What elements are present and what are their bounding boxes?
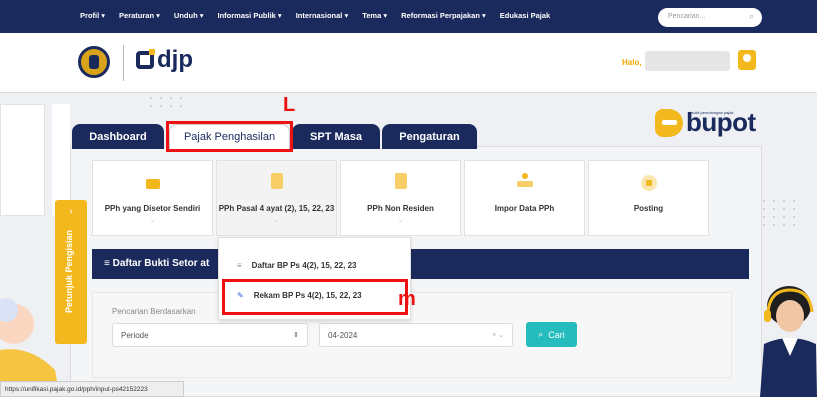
search-icon[interactable]: ⌕ [749, 11, 754, 22]
upload-icon [516, 173, 533, 189]
card-label: PPh yang Disetor Sendiri [104, 204, 201, 213]
period-select[interactable]: 04-2024 × ⌄ [319, 323, 513, 347]
ebupot-logo: bukti pemotongan pajak bupot [655, 107, 756, 138]
card-posting[interactable]: Posting [588, 160, 709, 236]
card-pph-pasal-4[interactable]: PPh Pasal 4 ayat (2), 15, 22, 23 ⌄ [216, 160, 337, 236]
top-navbar: Profil ▾ Peraturan ▾ Unduh ▾ Informasi P… [0, 0, 817, 33]
tab-highlight-box [166, 121, 293, 152]
select-caret-icon: ⇕ [293, 332, 299, 339]
section-header-bar: ≡ Daftar Bukti Setor at [92, 249, 749, 279]
annotation-l: L [283, 94, 296, 116]
chevron-down-icon: ⌄ [273, 218, 280, 224]
card-label: Impor Data PPh [494, 204, 555, 213]
djp-logo[interactable]: djp [136, 48, 193, 72]
magnifier-icon: ⌕ [538, 329, 544, 339]
money-icon [145, 179, 160, 189]
period-value: 04-2024 [328, 331, 358, 340]
header-divider [123, 45, 124, 81]
menu-edukasi-pajak[interactable]: Edukasi Pajak [500, 11, 550, 20]
filter-value: Periode [121, 331, 149, 340]
greeting-text: Halo, [622, 58, 642, 67]
menu-peraturan[interactable]: Peraturan ▾ [119, 11, 160, 20]
menu-profil[interactable]: Profil ▾ [80, 11, 105, 20]
top-menu: Profil ▾ Peraturan ▾ Unduh ▾ Informasi P… [80, 11, 550, 20]
djp-logo-mark-icon [136, 49, 155, 69]
search-button-label: Cari [548, 329, 565, 340]
menu-cards: PPh yang Disetor Sendiri ⌄ PPh Pasal 4 a… [92, 160, 709, 236]
dropdown-highlight-box [222, 279, 408, 315]
status-bar-url: https://unifikasi.pajak.go.id/pph/input-… [0, 381, 184, 397]
menu-reformasi-perpajakan[interactable]: Reformasi Perpajakan ▾ [401, 11, 486, 20]
card-label: PPh Non Residen [367, 204, 434, 213]
chevron-down-icon: ⌄ [149, 218, 156, 224]
card-pph-non-residen[interactable]: PPh Non Residen ⌄ [340, 160, 461, 236]
clear-chevron-icon[interactable]: × ⌄ [492, 331, 504, 339]
list-icon: ≡ [237, 261, 242, 270]
chevron-right-icon: › [69, 206, 73, 217]
dot-pattern [150, 97, 184, 107]
menu-unduh[interactable]: Unduh ▾ [174, 11, 204, 20]
menu-internasional[interactable]: Internasional ▾ [296, 11, 349, 20]
username-redacted [645, 51, 730, 71]
ebupot-e-icon [655, 108, 683, 137]
illustration-agent-right [760, 286, 817, 397]
tab-dashboard[interactable]: Dashboard [72, 124, 164, 149]
section-title: ≡ Daftar Bukti Setor at [104, 258, 210, 269]
dropdown-item-label: Daftar BP Ps 4(2), 15, 22, 23 [251, 261, 357, 270]
ebupot-tagline: bukti pemotongan pajak [691, 110, 734, 115]
site-header: djp Halo, [0, 33, 817, 93]
petunjuk-label: Petunjuk Pengisian [64, 230, 74, 314]
site-search-input[interactable]: Pencarian... ⌕ [658, 8, 762, 27]
chevron-down-icon: ⌄ [397, 218, 404, 224]
user-icon[interactable] [738, 50, 756, 70]
left-side-panel [0, 104, 45, 216]
card-label: PPh Pasal 4 ayat (2), 15, 22, 23 [218, 204, 335, 213]
search-label: Pencarian Berdasarkan [112, 307, 196, 316]
document-icon [394, 173, 407, 189]
card-label: Posting [633, 204, 664, 213]
annotation-m: m [398, 288, 416, 310]
card-impor-data-pph[interactable]: Impor Data PPh [464, 160, 585, 236]
search-filter-select[interactable]: Periode ⇕ [112, 323, 308, 347]
lock-icon [640, 175, 657, 191]
card-pph-disetor-sendiri[interactable]: PPh yang Disetor Sendiri ⌄ [92, 160, 213, 236]
djp-logo-text: djp [157, 46, 193, 73]
menu-tema[interactable]: Tema ▾ [362, 11, 387, 20]
kemenkeu-emblem-icon [78, 46, 110, 78]
search-placeholder: Pencarian... [668, 13, 706, 20]
document-icon [270, 173, 283, 189]
dropdown-item-daftar[interactable]: ≡ Daftar BP Ps 4(2), 15, 22, 23 [237, 261, 356, 270]
menu-informasi-publik[interactable]: Informasi Publik ▾ [218, 11, 282, 20]
tab-pengaturan[interactable]: Pengaturan [382, 124, 477, 149]
dot-pattern-right [763, 200, 797, 226]
tab-spt-masa[interactable]: SPT Masa [292, 124, 380, 149]
search-button[interactable]: ⌕ Cari [526, 322, 577, 347]
